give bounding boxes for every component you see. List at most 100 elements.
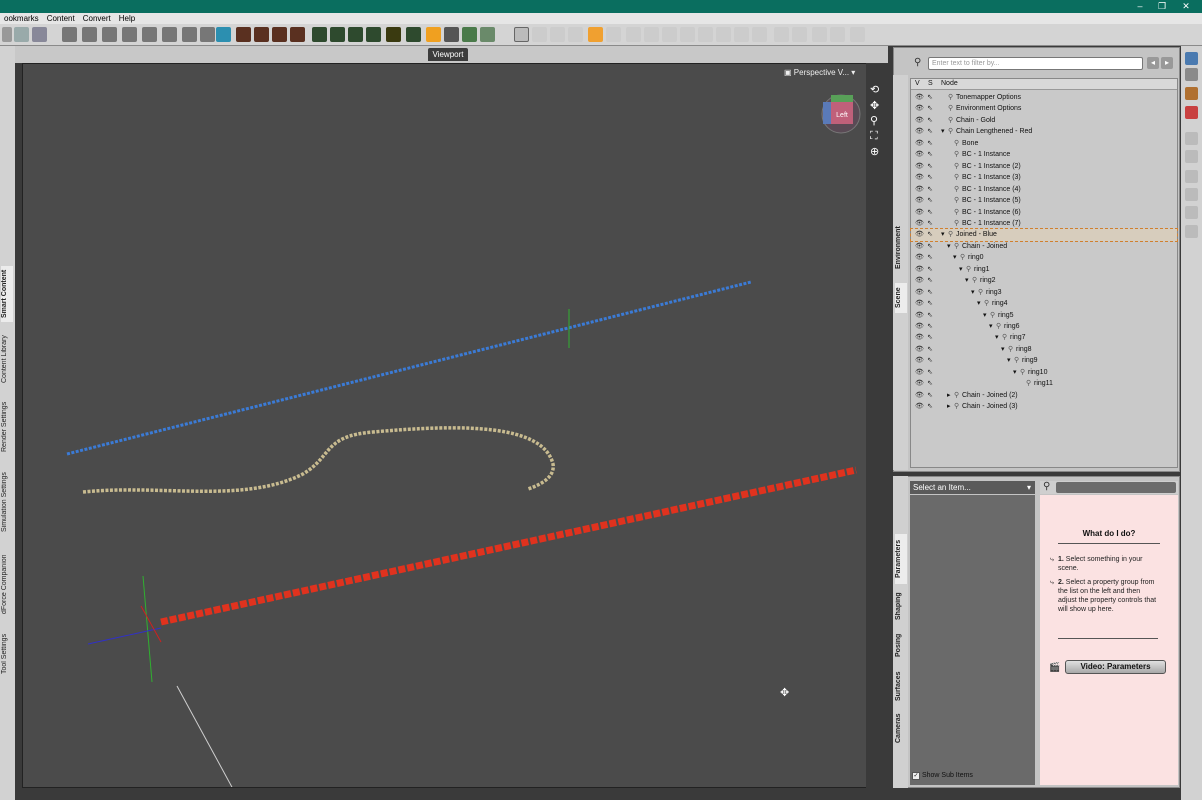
tree-row[interactable]: 👁 ⇖ ▾ ⚲ ring1 <box>911 264 1177 275</box>
tree-row[interactable]: 👁 ⇖ ▾ ⚲ Chain - Joined <box>911 241 1177 252</box>
tool-icon[interactable] <box>792 27 807 42</box>
tab-smart-content[interactable]: Smart Content <box>1 266 13 322</box>
frame-icon[interactable]: ⛶ <box>870 130 878 143</box>
eye-icon[interactable]: 👁 <box>915 252 924 263</box>
eye-icon[interactable]: 👁 <box>915 367 924 378</box>
figure-tool-icon[interactable] <box>82 27 97 42</box>
tab-environment[interactable]: Environment <box>895 223 907 273</box>
tab-render-settings[interactable]: Render Settings <box>1 396 13 458</box>
menu-help[interactable]: Help <box>115 13 139 24</box>
panel-icon[interactable] <box>1185 132 1198 145</box>
select-arrow-icon[interactable]: ⇖ <box>927 184 933 195</box>
select-arrow-icon[interactable]: ⇖ <box>927 275 933 286</box>
script-icon[interactable] <box>254 27 269 42</box>
panel-icon[interactable] <box>1185 188 1198 201</box>
script-icon[interactable] <box>272 27 287 42</box>
eye-icon[interactable]: 👁 <box>915 275 924 286</box>
select-arrow-icon[interactable]: ⇖ <box>927 115 933 126</box>
eye-icon[interactable]: 👁 <box>915 218 924 229</box>
expand-icon[interactable]: ▸ <box>947 390 951 401</box>
panel-icon[interactable] <box>1185 68 1198 81</box>
select-arrow-icon[interactable]: ⇖ <box>927 241 933 252</box>
select-arrow-icon[interactable]: ⇖ <box>927 332 933 343</box>
expand-icon[interactable]: ▾ <box>995 332 999 343</box>
tree-row[interactable]: 👁 ⇖ ⚲ BC - 1 Instance (5) <box>911 195 1177 206</box>
tree-row[interactable]: 👁 ⇖ ▾ ⚲ ring10 <box>911 367 1177 378</box>
tab-content-library[interactable]: Content Library <box>1 328 13 390</box>
tool-icon[interactable] <box>698 27 713 42</box>
select-arrow-icon[interactable]: ⇖ <box>927 287 933 298</box>
select-arrow-icon[interactable]: ⇖ <box>927 172 933 183</box>
eye-icon[interactable]: 👁 <box>915 344 924 355</box>
tool-icon[interactable] <box>812 27 827 42</box>
tree-row[interactable]: 👁 ⇖ ▾ ⚲ ring4 <box>911 298 1177 309</box>
eye-icon[interactable]: 👁 <box>915 126 924 137</box>
script-icon[interactable] <box>406 27 421 42</box>
panel-icon[interactable] <box>1185 225 1198 238</box>
tab-parameters[interactable]: Parameters <box>895 534 907 584</box>
tool-icon[interactable] <box>662 27 677 42</box>
expand-icon[interactable]: ▾ <box>1013 367 1017 378</box>
select-arrow-icon[interactable]: ⇖ <box>927 310 933 321</box>
item-select-dropdown[interactable]: Select an Item... ▾ <box>910 481 1035 494</box>
expand-icon[interactable]: ▾ <box>959 264 963 275</box>
tree-row[interactable]: 👁 ⇖ ⚲ Bone <box>911 138 1177 149</box>
reset-view-icon[interactable]: ⊕ <box>870 145 879 158</box>
pan-icon[interactable]: ✥ <box>870 99 879 112</box>
script-icon[interactable] <box>366 27 381 42</box>
select-arrow-icon[interactable]: ⇖ <box>927 390 933 401</box>
eye-icon[interactable]: 👁 <box>915 310 924 321</box>
tree-row[interactable]: 👁 ⇖ ⚲ BC - 1 Instance (4) <box>911 184 1177 195</box>
tree-row[interactable]: 👁 ⇖ ▸ ⚲ Chain - Joined (3) <box>911 401 1177 412</box>
tab-shaping[interactable]: Shaping <box>895 588 907 624</box>
eye-icon[interactable]: 👁 <box>915 149 924 160</box>
tree-row[interactable]: 👁 ⇖ ▾ ⚲ ring6 <box>911 321 1177 332</box>
tree-row[interactable]: 👁 ⇖ ⚲ Environment Options <box>911 103 1177 114</box>
select-arrow-icon[interactable]: ⇖ <box>927 367 933 378</box>
select-arrow-icon[interactable]: ⇖ <box>927 207 933 218</box>
tree-row[interactable]: 👁 ⇖ ⚲ Tonemapper Options <box>911 92 1177 103</box>
eye-icon[interactable]: 👁 <box>915 287 924 298</box>
panel-icon[interactable] <box>1185 206 1198 219</box>
select-arrow-icon[interactable]: ⇖ <box>927 103 933 114</box>
eye-icon[interactable]: 👁 <box>915 401 924 412</box>
expand-icon[interactable]: ▾ <box>977 298 981 309</box>
eye-icon[interactable]: 👁 <box>915 390 924 401</box>
panel-icon[interactable] <box>1185 170 1198 183</box>
tab-surfaces[interactable]: Surfaces <box>895 666 907 706</box>
previous-icon[interactable]: ◂ <box>1147 57 1159 69</box>
tab-scene[interactable]: Scene <box>895 283 907 313</box>
show-sub-items-checkbox[interactable]: ✓ Show Sub Items <box>912 772 973 780</box>
select-arrow-icon[interactable]: ⇖ <box>927 344 933 355</box>
eye-icon[interactable]: 👁 <box>915 229 924 240</box>
script-icon[interactable] <box>386 27 401 42</box>
tree-row[interactable]: 👁 ⇖ ⚲ BC - 1 Instance (6) <box>911 207 1177 218</box>
column-node[interactable]: Node <box>941 80 958 87</box>
expand-icon[interactable]: ▸ <box>947 401 951 412</box>
figure-tool-icon[interactable] <box>142 27 157 42</box>
tool-icon[interactable] <box>774 27 789 42</box>
eye-icon[interactable]: 👁 <box>915 207 924 218</box>
select-arrow-icon[interactable]: ⇖ <box>927 195 933 206</box>
tree-row[interactable]: 👁 ⇖ ⚲ Chain - Gold <box>911 115 1177 126</box>
menu-content[interactable]: Content <box>43 13 79 24</box>
tool-icon[interactable] <box>626 27 641 42</box>
view-cube[interactable]: Left <box>821 94 861 134</box>
video-parameters-button[interactable]: Video: Parameters <box>1065 660 1166 674</box>
script-icon[interactable] <box>480 27 495 42</box>
expand-icon[interactable]: ▾ <box>965 275 969 286</box>
select-arrow-icon[interactable]: ⇖ <box>927 298 933 309</box>
expand-icon[interactable]: ▾ <box>1001 344 1005 355</box>
figure-tool-icon[interactable] <box>162 27 177 42</box>
script-icon[interactable] <box>330 27 345 42</box>
plus-icon[interactable] <box>462 27 477 42</box>
minimize-icon[interactable]: – <box>1130 1 1150 11</box>
expand-icon[interactable]: ▾ <box>941 229 945 240</box>
eye-icon[interactable]: 👁 <box>915 161 924 172</box>
tree-row[interactable]: 👁 ⇖ ▾ ⚲ ring8 <box>911 344 1177 355</box>
restore-icon[interactable]: ❐ <box>1152 1 1172 12</box>
select-arrow-icon[interactable]: ⇖ <box>927 218 933 229</box>
column-visible[interactable]: V <box>915 80 920 87</box>
figure-tool-icon[interactable] <box>200 27 215 42</box>
translate-icon[interactable] <box>588 27 603 42</box>
